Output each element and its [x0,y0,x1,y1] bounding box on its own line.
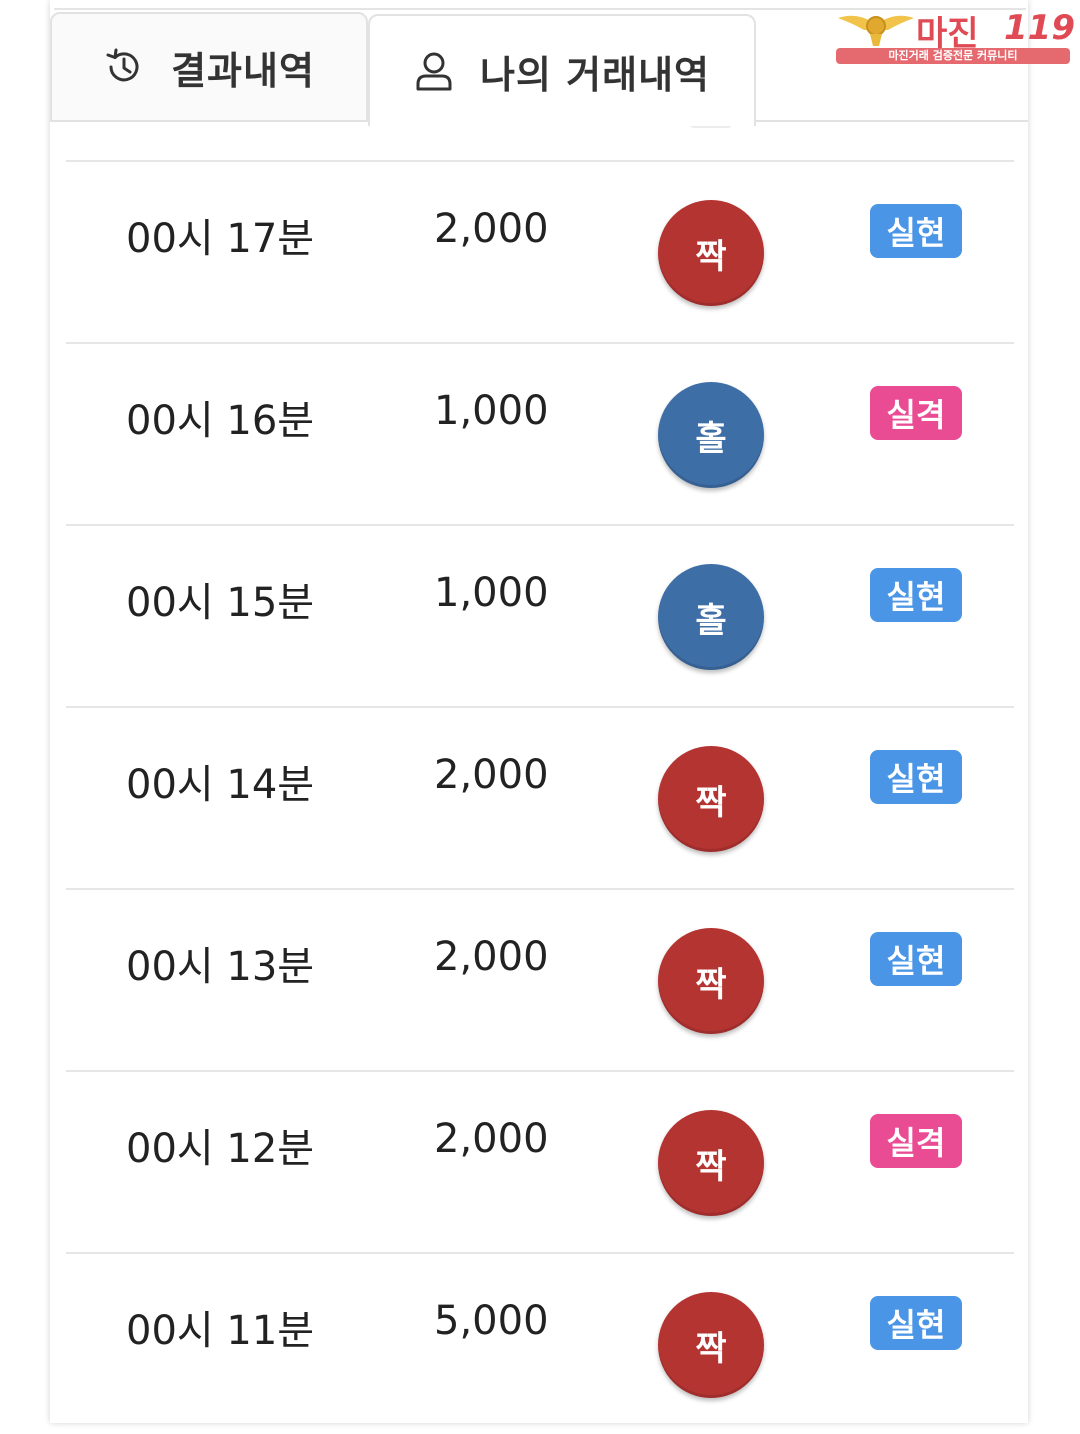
trade-history-list: 00시 17분 2,000 짝 실현 00시 16분 1,000 홀 실격 00시 15분 1,0… [66,160,1014,1434]
lose-status-badge: 실격 [870,386,962,440]
history-icon [103,46,145,88]
table-row: 00시 15분 1,000 홀 실현 [66,524,1014,706]
trade-amount: 1,000 [434,570,549,616]
tab-my-trades[interactable]: 나의 거래내역 [368,14,756,126]
even-pick-chip: 짝 [658,928,764,1034]
trade-time: 00시 12분 [126,1126,315,1172]
win-status-badge: 실현 [870,750,962,804]
trade-amount: 2,000 [434,752,549,798]
trade-amount: 2,000 [434,1116,549,1162]
table-row: 00시 12분 2,000 짝 실격 [66,1070,1014,1252]
win-status-badge: 실현 [870,204,962,258]
win-status-badge: 실현 [870,1296,962,1350]
eagle-emblem-icon [838,15,914,46]
table-row: 00시 17분 2,000 짝 실현 [66,160,1014,342]
trade-amount: 2,000 [434,934,549,980]
tab-bar-divider [756,120,1028,122]
table-row: 00시 16분 1,000 홀 실격 [66,342,1014,524]
tab-results-history[interactable]: 결과내역 [50,12,368,122]
trade-time: 00시 14분 [126,762,315,808]
trade-time: 00시 15분 [126,580,315,626]
win-status-badge: 실현 [870,568,962,622]
tab-my-trades-label: 나의 거래내역 [480,52,710,97]
table-row: 00시 14분 2,000 짝 실현 [66,706,1014,888]
table-row: 00시 11분 5,000 짝 실현 [66,1252,1014,1434]
trade-time: 00시 11분 [126,1308,315,1354]
odd-pick-chip: 홀 [658,564,764,670]
trade-time: 00시 17분 [126,216,315,262]
odd-pick-chip: 홀 [658,382,764,488]
trade-amount: 5,000 [434,1298,549,1344]
user-icon [414,50,454,92]
trade-amount: 1,000 [434,388,549,434]
trade-time: 00시 13분 [126,944,315,990]
table-row: 00시 13분 2,000 짝 실현 [66,888,1014,1070]
even-pick-chip: 짝 [658,746,764,852]
logo-number: 119 [1004,8,1075,48]
watermark-logo: 마진 119 마진거래 검증전문 커뮤니티 [836,8,1075,64]
even-pick-chip: 짝 [658,1110,764,1216]
even-pick-chip: 짝 [658,1292,764,1398]
tab-results-label: 결과내역 [171,48,315,93]
win-status-badge: 실현 [870,932,962,986]
even-pick-chip: 짝 [658,200,764,306]
trade-amount: 2,000 [434,206,549,252]
lose-status-badge: 실격 [870,1114,962,1168]
trade-time: 00시 16분 [126,398,315,444]
logo-tagline: 마진거래 검증전문 커뮤니티 [836,48,1070,64]
